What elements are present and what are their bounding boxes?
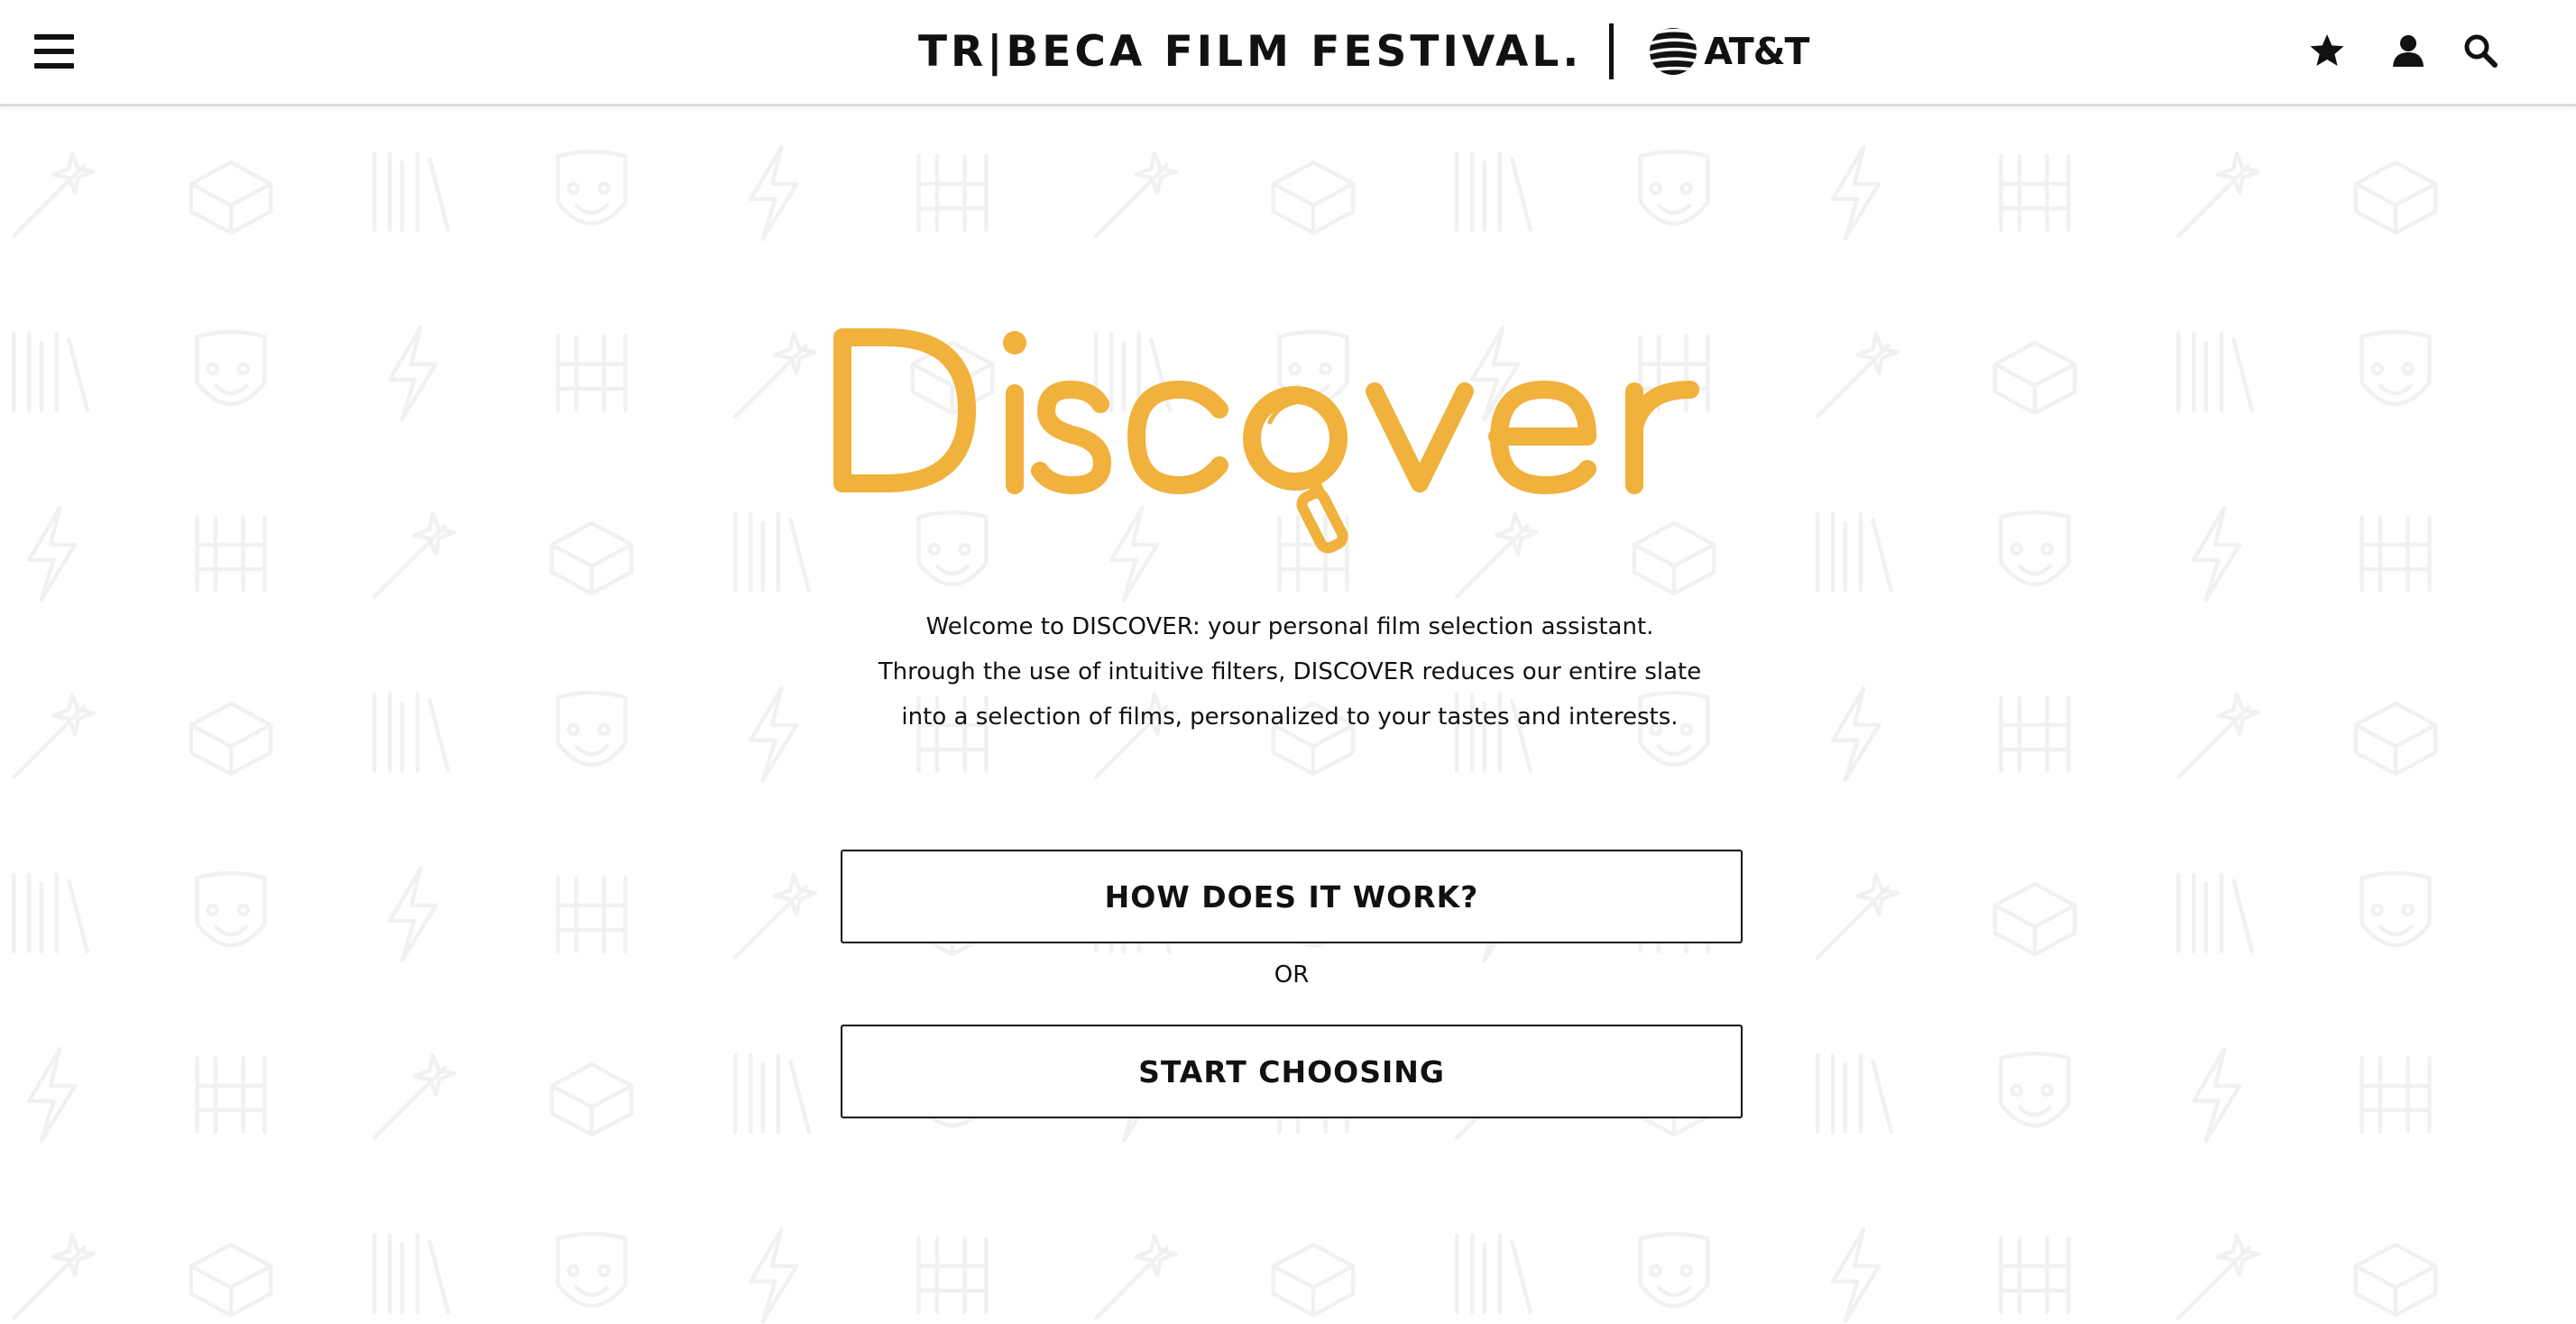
pattern-icon (1454, 1233, 1533, 1315)
discover-logo (833, 328, 1699, 554)
pattern-icon (732, 872, 817, 960)
pattern-icon (2360, 870, 2432, 948)
pattern-icon (2360, 514, 2432, 593)
pattern-icon (1271, 1242, 1356, 1318)
pattern-icon (1454, 151, 1533, 233)
or-label: OR (1274, 961, 1310, 988)
pattern-icon (11, 872, 90, 954)
pattern-icon (732, 511, 812, 593)
start-choosing-button[interactable]: START CHOOSING (841, 1025, 1743, 1118)
pattern-icon (732, 331, 817, 418)
pattern-icon (372, 692, 451, 774)
pattern-icon (26, 505, 78, 602)
pattern-icon (2176, 692, 2260, 779)
pattern-icon (2353, 160, 2438, 235)
pattern-icon (195, 514, 267, 593)
site-header: TR|BECA FILM FESTIVAL. AT&T (0, 0, 2576, 106)
pattern-icon (1815, 331, 1900, 418)
pattern-icon (2176, 331, 2255, 413)
pattern-icon (387, 325, 438, 422)
pattern-icon (1999, 153, 2071, 233)
pattern-icon (2191, 1046, 2242, 1144)
pattern-icon (11, 692, 96, 779)
pattern-icon (916, 1236, 989, 1315)
menu-icon[interactable] (34, 34, 74, 70)
pattern-icon (195, 329, 267, 407)
pattern-icon (916, 153, 989, 233)
search-icon[interactable] (2461, 31, 2500, 70)
pattern-icon (1815, 511, 1894, 593)
intro-line: into a selection of films, personalized … (901, 703, 1679, 731)
pattern-icon (1815, 872, 1900, 960)
user-icon[interactable] (2388, 31, 2428, 70)
pattern-icon (748, 144, 799, 242)
pattern-icon (1271, 160, 1356, 235)
pattern-icon (1830, 685, 1881, 783)
pattern-icon (372, 151, 451, 233)
pattern-icon (195, 870, 267, 948)
star-icon[interactable] (2307, 31, 2347, 70)
pattern-icon (189, 1242, 273, 1318)
pattern-icon (1992, 340, 2077, 416)
site-logo[interactable]: TR|BECA FILM FESTIVAL. AT&T (918, 22, 1809, 81)
pattern-icon (372, 511, 456, 599)
pattern-icon (748, 1227, 799, 1324)
pattern-icon (2191, 505, 2242, 602)
pattern-icon (26, 1046, 78, 1144)
pattern-icon (372, 1053, 456, 1140)
att-globe-icon (1650, 28, 1697, 75)
pattern-icon (2353, 1242, 2438, 1318)
pattern-icon (1999, 1051, 2071, 1128)
pattern-icon (2360, 329, 2432, 407)
pattern-icon (189, 160, 273, 235)
brand-divider (1609, 23, 1615, 79)
pattern-icon (549, 1062, 634, 1137)
pattern-icon (1999, 510, 2071, 587)
pattern-icon (1830, 1227, 1881, 1324)
pattern-icon (195, 1055, 267, 1135)
intro-line: Through the use of intuitive filters, DI… (878, 658, 1702, 685)
pattern-icon (1999, 694, 2071, 774)
how-does-it-work-button[interactable]: HOW DOES IT WORK? (841, 850, 1743, 943)
pattern-icon (556, 149, 628, 226)
pattern-icon (1992, 881, 2077, 957)
pattern-icon (2353, 701, 2438, 777)
pattern-icon (1638, 1231, 1710, 1309)
pattern-icon (556, 1231, 628, 1309)
pattern-icon (189, 701, 273, 777)
pattern-icon (556, 334, 628, 413)
pattern-icon (1638, 149, 1710, 226)
pattern-icon (549, 520, 634, 596)
pattern-icon (11, 151, 96, 238)
pattern-icon (1815, 1053, 1894, 1135)
pattern-icon (556, 875, 628, 954)
pattern-icon (2176, 151, 2260, 238)
pattern-icon (2176, 1233, 2260, 1320)
pattern-icon (1830, 144, 1881, 242)
sponsor-logo: AT&T (1648, 26, 1809, 77)
brand-name: TR|BECA FILM FESTIVAL. (918, 26, 1583, 77)
pattern-icon (11, 331, 90, 413)
pattern-icon (2360, 1055, 2432, 1135)
sponsor-name: AT&T (1704, 30, 1809, 73)
pattern-icon (1999, 1236, 2071, 1315)
intro-line: Welcome to DISCOVER: your personal film … (925, 613, 1654, 640)
pattern-icon (556, 690, 628, 768)
pattern-icon (11, 1233, 96, 1320)
pattern-icon (372, 1233, 451, 1315)
pattern-icon (748, 685, 799, 783)
pattern-icon (732, 1053, 812, 1135)
pattern-icon (387, 866, 438, 963)
intro-text: Welcome to DISCOVER: your personal film … (794, 604, 1786, 740)
pattern-icon (2176, 872, 2255, 954)
pattern-icon (1093, 151, 1178, 238)
pattern-icon (1093, 1233, 1178, 1320)
